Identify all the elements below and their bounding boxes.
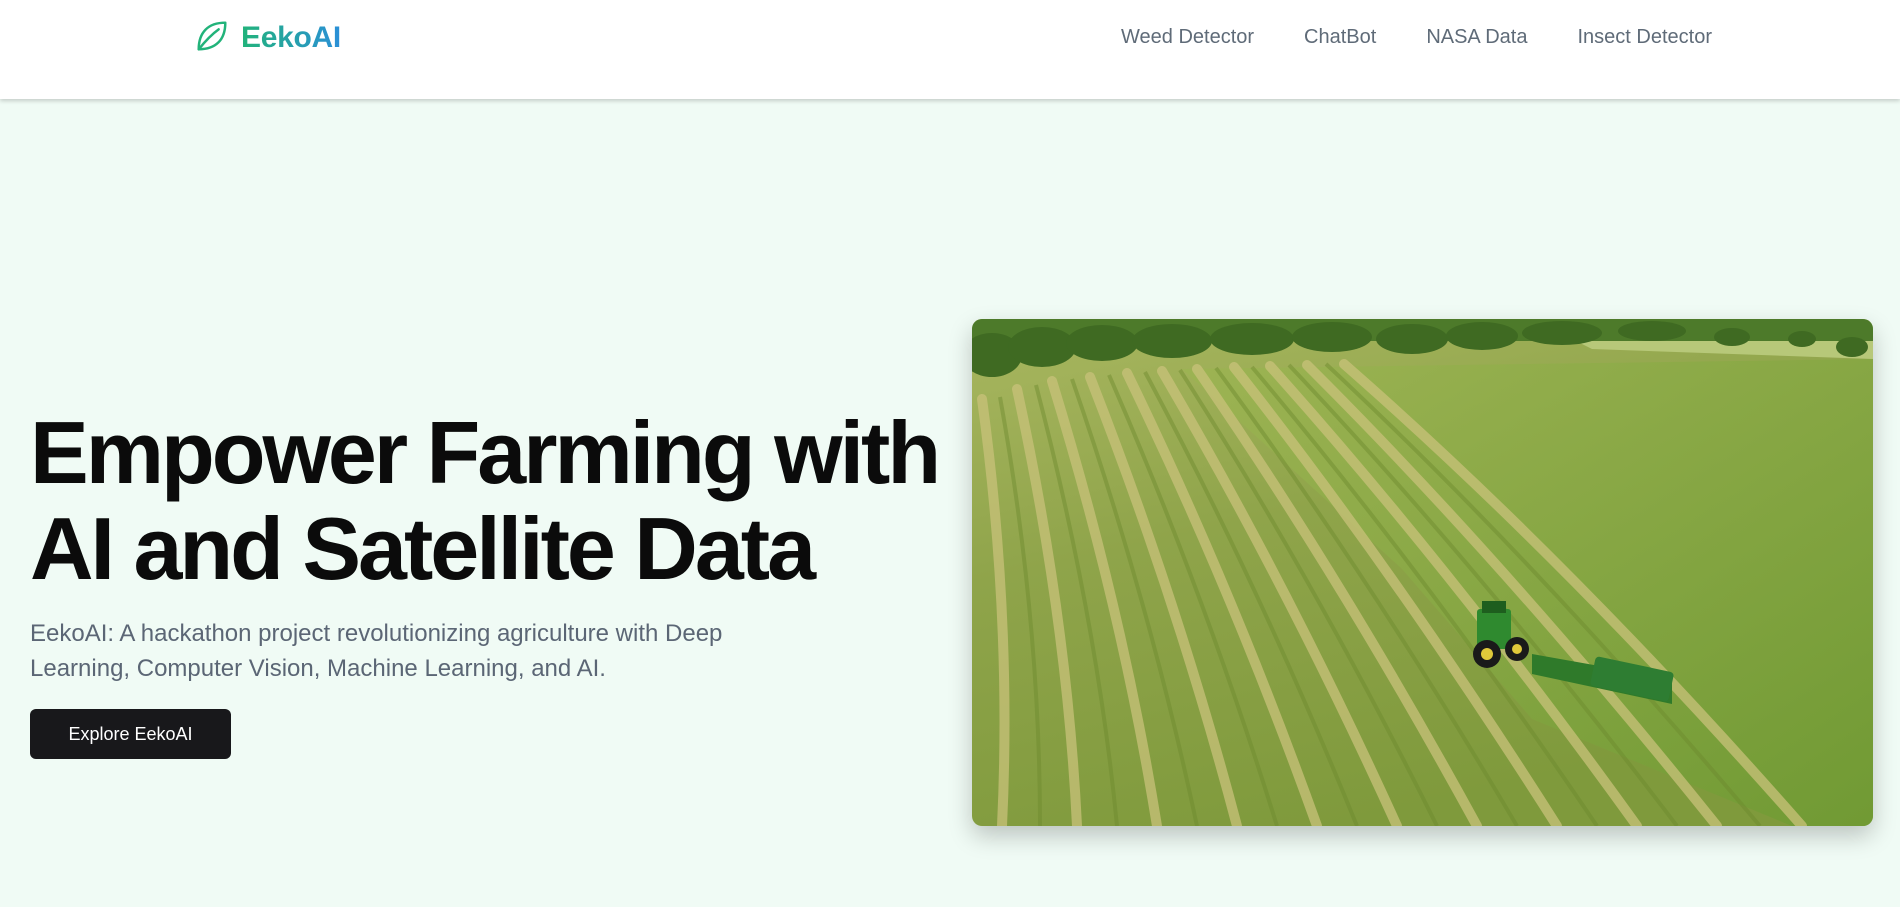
brand-logo-link[interactable]: EekoAI xyxy=(193,18,341,58)
hero-title-line-2: AI and Satellite Data xyxy=(30,499,816,598)
nav-link-weed-detector[interactable]: Weed Detector xyxy=(1121,26,1254,48)
nav-menu: Weed Detector ChatBot NASA Data Insect D… xyxy=(1121,26,1712,49)
nav-link-nasa-data[interactable]: NASA Data xyxy=(1426,26,1527,48)
hero-title-line-1: Empower Farming with xyxy=(30,403,941,502)
nav-item-insect-detector: Insect Detector xyxy=(1577,26,1712,49)
nav-link-insect-detector[interactable]: Insect Detector xyxy=(1577,26,1712,48)
hero-subtitle: EekoAI: A hackathon project revolutioniz… xyxy=(30,620,723,682)
explore-eekoai-button[interactable]: Explore EekoAI xyxy=(30,709,231,759)
nav-item-weed-detector: Weed Detector xyxy=(1121,26,1254,49)
nav-item-chatbot: ChatBot xyxy=(1304,26,1376,49)
hero-farm-video[interactable] xyxy=(972,319,1873,826)
top-navbar: EekoAI Weed Detector ChatBot NASA Data I… xyxy=(0,0,1900,99)
farm-field-image xyxy=(972,319,1873,826)
nav-link-chatbot[interactable]: ChatBot xyxy=(1304,26,1376,48)
leaf-icon xyxy=(193,17,231,60)
nav-item-nasa-data: NASA Data xyxy=(1426,26,1527,49)
hero-title: Empower Farming with AI and Satellite Da… xyxy=(30,405,970,597)
hero-text-block: Empower Farming with AI and Satellite Da… xyxy=(30,405,970,759)
brand-name: EekoAI xyxy=(241,21,341,54)
